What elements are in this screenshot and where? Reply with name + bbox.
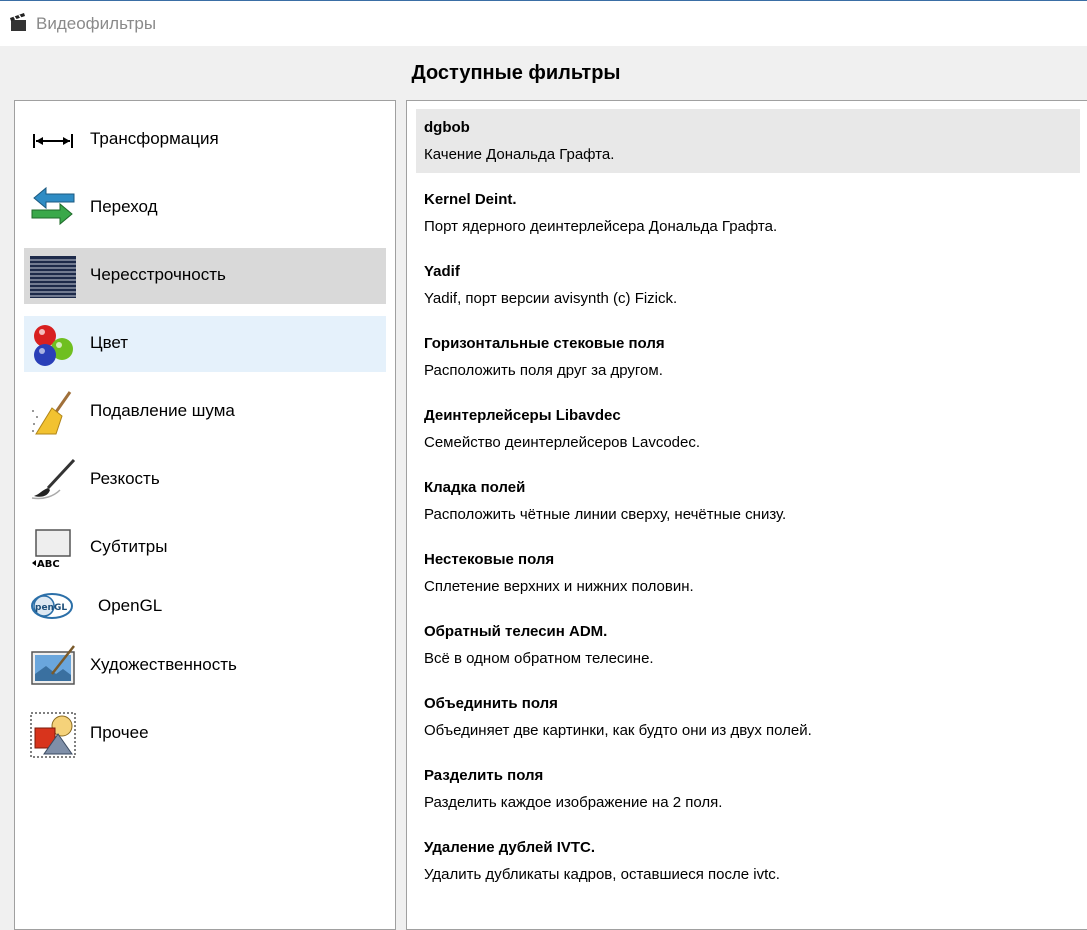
filter-name: Удаление дублей IVTC. [424, 839, 596, 856]
color-balls-icon [34, 325, 73, 366]
filter-description: Порт ядерного деинтерлейсера Дональда Гр… [424, 218, 778, 235]
category-list[interactable]: Трансформация Переход Чересстрочность Цв… [14, 100, 396, 930]
title-bar: Видеофильтры [0, 0, 1087, 46]
category-item-artistic[interactable]: Художественность [24, 638, 386, 694]
filter-list[interactable]: dgbob Качение Дональда Графта. Kernel De… [406, 100, 1087, 930]
svg-text:penGL: penGL [35, 603, 67, 613]
page-title: Доступные фильтры [411, 62, 621, 84]
filter-name: Горизонтальные стековые поля [424, 335, 665, 352]
filter-item[interactable]: Горизонтальные стековые поля Расположить… [416, 325, 1080, 389]
opengl-icon: penGL [31, 593, 73, 619]
category-item-other[interactable]: Прочее [24, 706, 386, 762]
art-picture-icon [31, 645, 75, 685]
category-label: Резкость [90, 469, 160, 488]
filter-name: Нестековые поля [424, 551, 555, 568]
category-label: Переход [90, 197, 158, 216]
filter-description: Всё в одном обратном телесине. [424, 650, 654, 667]
category-label: Цвет [90, 333, 129, 352]
category-item-denoise[interactable]: Подавление шума [24, 384, 386, 440]
filter-description: Качение Дональда Графта. [424, 146, 615, 163]
category-item-interlace[interactable]: Чересстрочность [24, 248, 386, 304]
filter-item[interactable]: Кладка полей Расположить чётные линии св… [416, 469, 1080, 533]
transition-arrows-icon [31, 186, 75, 226]
category-label: Прочее [90, 723, 149, 742]
filter-description: Удалить дубликаты кадров, оставшиеся пос… [424, 866, 780, 883]
svg-text:ABC: ABC [37, 559, 60, 570]
interlace-lines-icon [30, 256, 76, 298]
filter-name: Объединить поля [424, 695, 558, 712]
category-label: Субтитры [90, 537, 168, 556]
category-item-opengl[interactable]: penGL OpenGL [24, 584, 386, 630]
filter-item[interactable]: Kernel Deint. Порт ядерного деинтерлейсе… [416, 181, 1080, 245]
filter-item[interactable]: Деинтерлейсеры Libavdec Семейство деинте… [416, 397, 1080, 461]
filter-description: Объединяет две картинки, как будто они и… [424, 722, 812, 739]
filter-name: Кладка полей [424, 479, 526, 496]
filter-name: Разделить поля [424, 767, 544, 784]
shapes-icon [30, 712, 76, 758]
category-item-color[interactable]: Цвет [24, 316, 386, 372]
filter-description: Yadif, порт версии avisynth (c) Fizick. [424, 290, 678, 307]
category-item-sharpness[interactable]: Резкость [24, 452, 386, 508]
filter-name: Kernel Deint. [424, 191, 517, 208]
window-title: Видеофильтры [36, 14, 157, 33]
category-label: Трансформация [90, 129, 219, 148]
filter-description: Расположить чётные линии сверху, нечётны… [424, 506, 787, 523]
category-item-transition[interactable]: Переход [24, 180, 386, 236]
category-label: Подавление шума [90, 401, 235, 420]
brush-icon [31, 458, 76, 500]
category-label: Чересстрочность [90, 265, 226, 284]
filter-item[interactable]: Обратный телесин ADM. Всё в одном обратн… [416, 613, 1080, 677]
filter-item[interactable]: dgbob Качение Дональда Графта. [416, 109, 1080, 173]
filter-item[interactable]: Нестековые поля Сплетение верхних и нижн… [416, 541, 1080, 605]
filter-name: Yadif [424, 263, 460, 280]
filter-name: Деинтерлейсеры Libavdec [424, 407, 621, 424]
category-label: OpenGL [98, 596, 163, 615]
transform-icon [33, 134, 73, 148]
category-item-transform[interactable]: Трансформация [24, 112, 386, 168]
filter-description: Расположить поля друг за другом. [424, 362, 663, 379]
filter-item[interactable]: Объединить поля Объединяет две картинки,… [416, 685, 1080, 749]
filter-description: Семейство деинтерлейсеров Lavcodec. [424, 434, 701, 451]
category-label: Художественность [90, 655, 237, 674]
filter-item[interactable]: Yadif Yadif, порт версии avisynth (c) Fi… [416, 253, 1080, 317]
broom-icon [32, 391, 72, 435]
filter-description: Разделить каждое изображение на 2 поля. [424, 794, 723, 811]
subtitles-icon: ABC [32, 529, 71, 570]
filter-item[interactable]: Разделить поля Разделить каждое изображе… [416, 757, 1080, 821]
filter-description: Сплетение верхних и нижних половин. [424, 578, 694, 595]
filter-name: dgbob [424, 119, 470, 136]
filter-item[interactable]: Удаление дублей IVTC. Удалить дубликаты … [416, 829, 1080, 893]
clapperboard-icon [10, 13, 26, 31]
filter-name: Обратный телесин ADM. [424, 623, 608, 640]
category-item-subtitles[interactable]: ABC Субтитры [24, 520, 386, 576]
